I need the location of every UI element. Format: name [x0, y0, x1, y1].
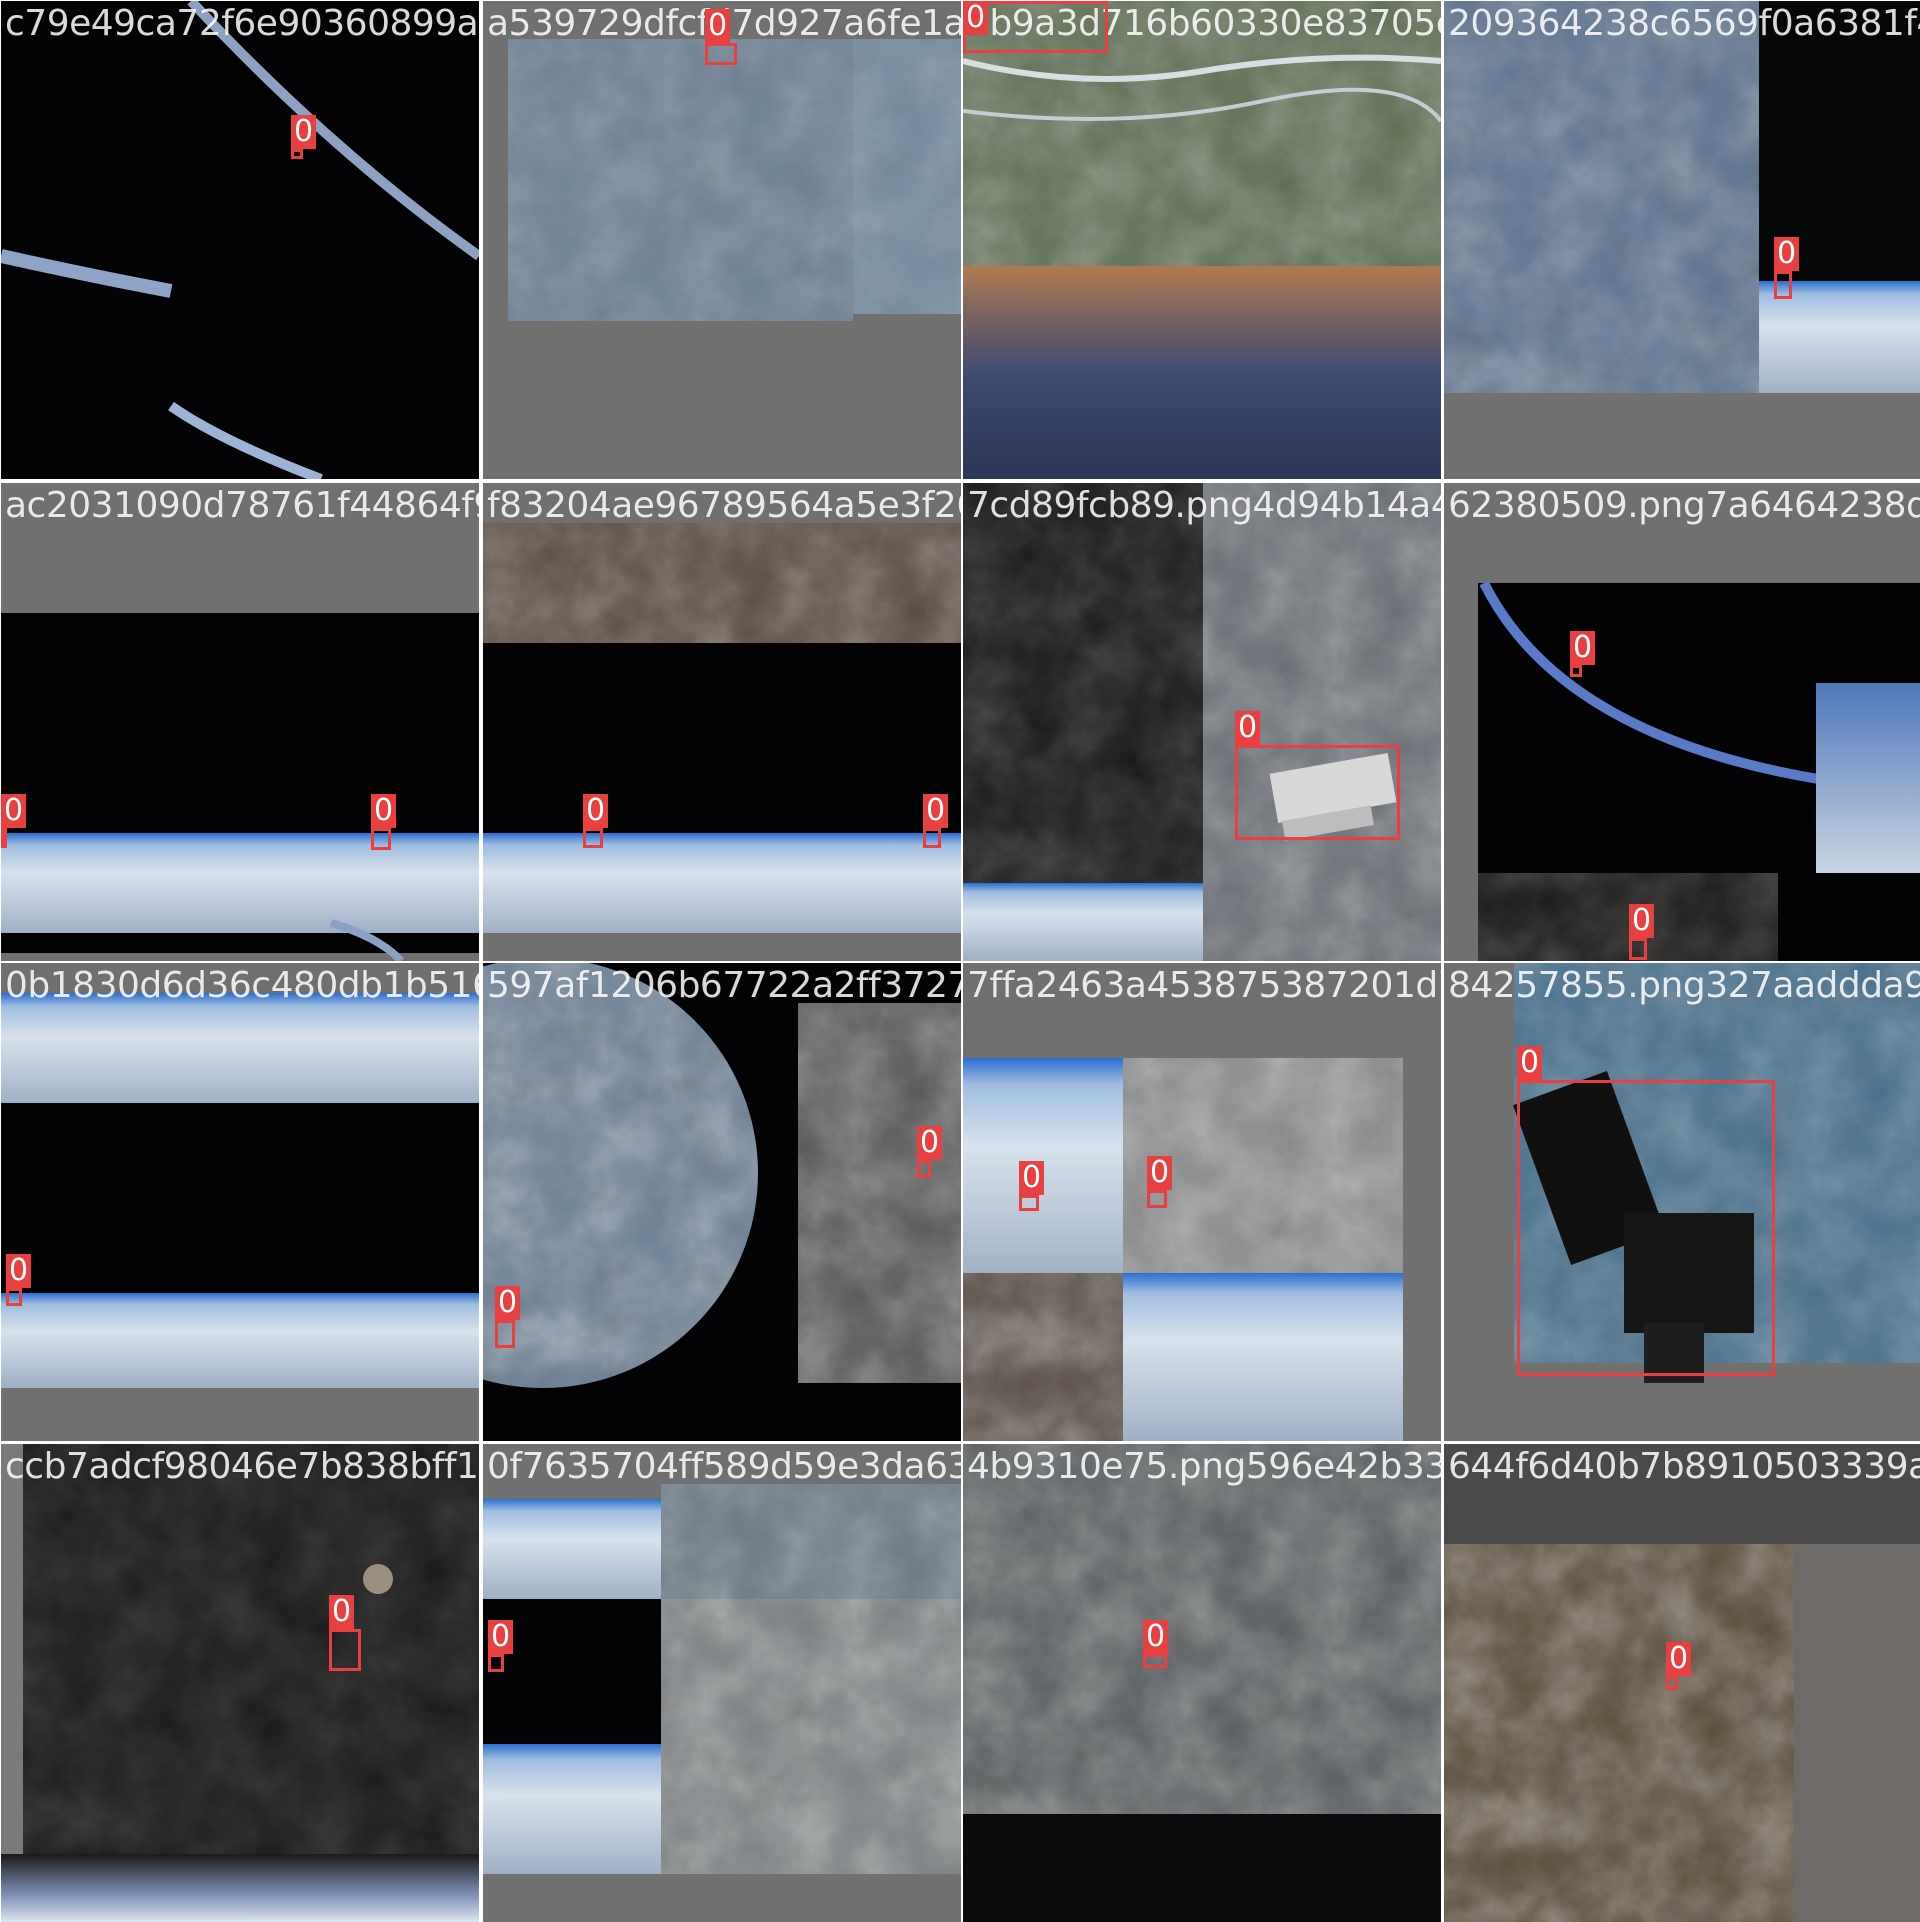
detection-box [1570, 665, 1582, 677]
mosaic-tile: ac2031090d78761f44864f9ff83204ae96789564… [1, 483, 479, 961]
detection-label: 0 [488, 1620, 514, 1654]
mosaic-tile: 0b1830d6d36c480db1b5164f592af1206b670 [1, 963, 479, 1441]
mosaic-tile: c79e49ca72f6e90360899a0e 0 [1, 1, 479, 479]
detection-box [6, 1288, 22, 1306]
detection-label: 0 [291, 115, 317, 149]
detection-box [1235, 745, 1400, 840]
detection-box [1666, 1676, 1678, 1690]
mosaic-tile: 597af1206b67722a2ff3727c98fa2463.png00 [483, 963, 961, 1441]
detection-label: 0 [1666, 1642, 1692, 1676]
tile-image [963, 1, 1441, 479]
detection-label: 0 [963, 1, 989, 35]
detection-box [583, 828, 603, 848]
detection-box [1, 828, 7, 848]
tile-image [1, 1, 479, 479]
detection-label: 0 [705, 9, 731, 43]
mosaic-tile: f83204ae96789564a5e3f268edc87fcb89.png00 [483, 483, 961, 961]
tile-image [1, 483, 479, 961]
detection-label: 0 [583, 794, 609, 828]
mosaic-tile: 644f6d40b7b8910503339a 0 [1444, 1444, 1920, 1922]
detection-label: 0 [917, 1126, 943, 1160]
detection-label: 0 [371, 794, 397, 828]
tile-image [963, 483, 1441, 961]
detection-label: 0 [1570, 631, 1596, 665]
detection-label: 0 [329, 1595, 355, 1629]
detection-label: 0 [1143, 1620, 1169, 1654]
detection-label: 0 [923, 794, 949, 828]
mosaic-tile: 7cd89fcb89.png4d94b14a420a62380509.png0 [963, 483, 1441, 961]
tile-image [1444, 1, 1920, 479]
detection-box [923, 828, 941, 848]
detection-label: 0 [1019, 1161, 1045, 1195]
detection-label: 0 [1, 794, 27, 828]
detection-box [1019, 1195, 1039, 1211]
detection-box [1143, 1654, 1167, 1668]
detection-box [1774, 271, 1792, 299]
detection-box [917, 1160, 931, 1178]
tile-image [963, 1444, 1441, 1922]
detection-label: 0 [1235, 711, 1261, 745]
detection-label: 0 [6, 1254, 32, 1288]
tile-image [1444, 483, 1920, 961]
mosaic-tile: 84257855.png327aaddda9f 0 [1444, 963, 1920, 1441]
tile-image [1444, 1444, 1920, 1922]
tile-image [1, 1444, 479, 1922]
detection-box [495, 1320, 515, 1348]
mosaic-tile: 4b9310e75.png596e42b33ea3644f6d40b70 [963, 1444, 1441, 1922]
detection-box [291, 149, 303, 159]
mosaic-tile: a539729dfcfd7d927a6fe1a2c4093d716b0 [483, 1, 961, 479]
detection-label: 0 [495, 1286, 521, 1320]
detection-label: 0 [1629, 904, 1655, 938]
tile-image [483, 963, 961, 1441]
detection-label: 0 [1147, 1156, 1173, 1190]
mosaic-tile: 62380509.png7a6464238dac 0 0 [1444, 483, 1920, 961]
detection-box [371, 828, 391, 850]
mosaic-tile: 7ffa2463a453875387201d7842578556400 [963, 963, 1441, 1441]
detection-label: 0 [1774, 237, 1800, 271]
detection-label: 0 [1517, 1046, 1543, 1080]
detection-box [1629, 938, 1647, 960]
mosaic-tile: 0f7635704ff589d59e3da6394b9e26e5960 [483, 1444, 961, 1922]
detection-box [705, 43, 737, 65]
detection-box [1147, 1190, 1167, 1208]
mosaic-tile: 209364238c6569f0a6381f46 0 [1444, 1, 1920, 479]
tile-image [483, 483, 961, 961]
mosaic-grid: c79e49ca72f6e90360899a0e0a539729dfcfd7d9… [0, 0, 1920, 1922]
tile-image [483, 1, 961, 479]
detection-box [488, 1654, 504, 1672]
mosaic-tile: 2b9a3d716b60330e83705c5209364238c0 [963, 1, 1441, 479]
tile-image [1, 963, 479, 1441]
detection-box [1517, 1080, 1775, 1376]
tile-image [483, 1444, 961, 1922]
mosaic-tile: ccb7adcf98046e7b838bff19e0f76357.png0 [1, 1444, 479, 1922]
detection-box [329, 1629, 361, 1671]
